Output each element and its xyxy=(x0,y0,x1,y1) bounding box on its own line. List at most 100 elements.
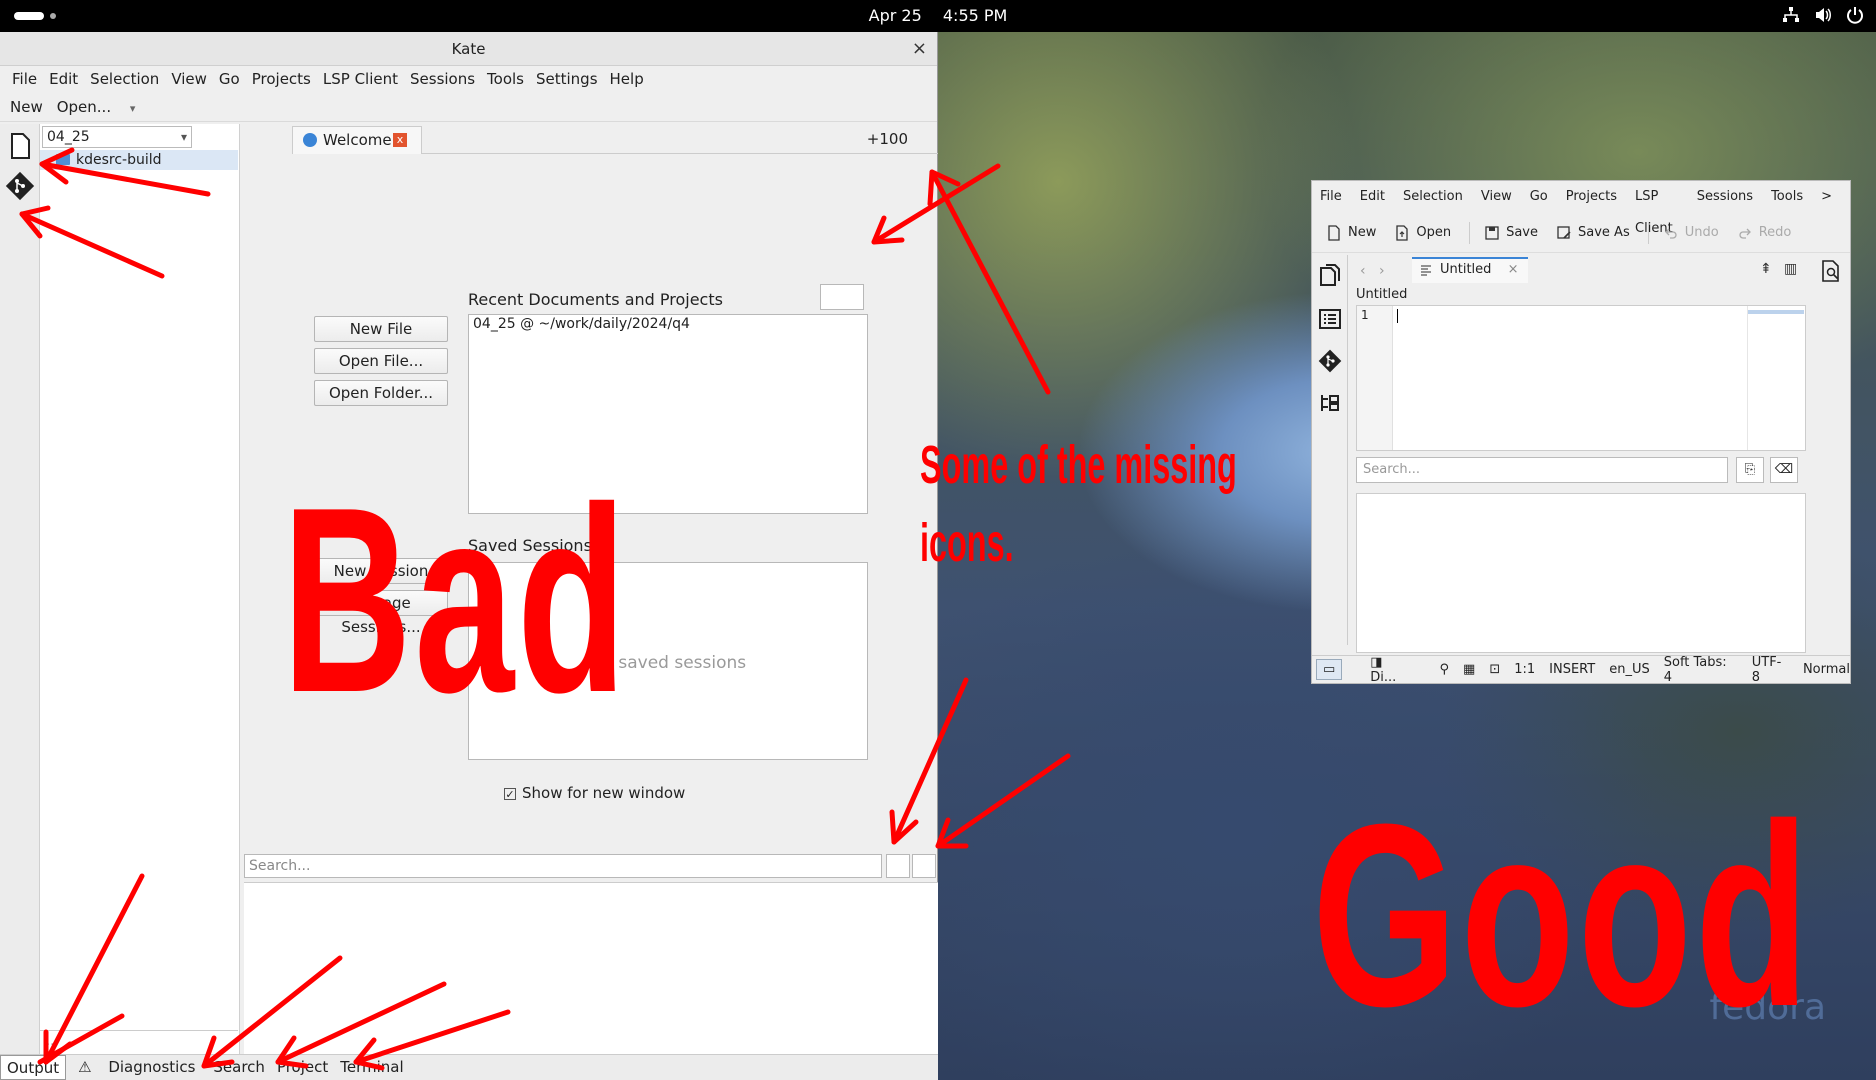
encoding[interactable]: UTF-8 xyxy=(1752,655,1789,685)
output-toggle-icon[interactable]: ▭ xyxy=(1316,659,1343,680)
close-tab-icon[interactable]: × xyxy=(1508,262,1519,277)
cursor-position[interactable]: 1:1 xyxy=(1514,662,1535,677)
menu-settings[interactable]: Settings xyxy=(530,66,604,92)
text-editor[interactable]: 1 xyxy=(1356,305,1806,451)
search-option-button-2[interactable] xyxy=(912,854,936,878)
chevron-right-icon[interactable]: > xyxy=(1821,181,1842,213)
checkbox-box: ✓ xyxy=(504,787,516,801)
search-input[interactable]: Search... xyxy=(244,854,882,878)
tab-output[interactable]: Output xyxy=(0,1055,67,1080)
open-file-button[interactable]: Open File... xyxy=(314,348,448,374)
good-menu-sessions[interactable]: Sessions xyxy=(1697,181,1763,213)
good-save-button[interactable]: Save xyxy=(1484,225,1538,241)
menu-tools[interactable]: Tools xyxy=(481,66,530,92)
system-tray[interactable] xyxy=(1782,6,1864,24)
good-search-input[interactable]: Search... xyxy=(1356,457,1728,483)
good-save-as-button[interactable]: Save As xyxy=(1556,225,1630,241)
recent-item[interactable]: 04_25 @ ~/work/daily/2024/q4 xyxy=(469,315,867,333)
good-menu-lsp-client[interactable]: LSP Client xyxy=(1635,181,1689,236)
good-new-button[interactable]: New xyxy=(1326,224,1376,241)
git-icon[interactable] xyxy=(1318,349,1342,373)
open-button-label: Open... xyxy=(56,98,112,116)
search-icon[interactable]: ⚲ xyxy=(1440,662,1450,677)
close-tab-icon[interactable]: x xyxy=(393,133,407,147)
time-label: 4:55 PM xyxy=(942,6,1008,25)
project-filter[interactable]: ... xyxy=(40,1030,238,1052)
project-selector[interactable]: 04_25 xyxy=(42,126,192,148)
menu-file[interactable]: File xyxy=(6,66,43,92)
menu-edit[interactable]: Edit xyxy=(43,66,84,92)
tab-project[interactable]: Project xyxy=(271,1055,334,1080)
menu-sessions[interactable]: Sessions xyxy=(404,66,481,92)
project-tree-item[interactable]: kdesrc-build xyxy=(40,150,238,170)
tab-search[interactable]: Search xyxy=(207,1055,271,1080)
good-tab-label: Untitled xyxy=(1440,262,1492,277)
tab-welcome[interactable]: Welcome x xyxy=(292,126,422,154)
recent-title: Recent Documents and Projects xyxy=(468,290,723,309)
good-menu-selection[interactable]: Selection xyxy=(1403,181,1473,213)
documents-icon[interactable] xyxy=(1318,263,1342,287)
show-for-new-window-checkbox[interactable]: ✓ Show for new window xyxy=(504,784,685,802)
menu-lsp-client[interactable]: LSP Client xyxy=(317,66,404,92)
tab-untitled[interactable]: Untitled × xyxy=(1412,257,1529,283)
arrow-right-icon[interactable]: › xyxy=(1379,263,1385,279)
close-window-button[interactable]: × xyxy=(912,32,927,66)
toolbar-separator-2 xyxy=(1647,221,1649,244)
date-label: Apr 25 xyxy=(868,6,922,25)
mode[interactable]: Normal xyxy=(1803,662,1850,677)
minimap[interactable] xyxy=(1747,306,1805,450)
good-open-button[interactable]: Open xyxy=(1394,224,1452,241)
tool-view-results xyxy=(244,882,938,1054)
good-menu-tools[interactable]: Tools xyxy=(1771,181,1813,213)
tab-terminal[interactable]: Terminal xyxy=(334,1055,409,1080)
good-menu-go[interactable]: Go xyxy=(1530,181,1558,213)
tab-diagnostics[interactable]: ⚠ Diagnostics xyxy=(66,1055,207,1080)
diagnostics-status[interactable]: ◨ Di... xyxy=(1356,655,1425,685)
calculator-icon[interactable]: ▦ xyxy=(1463,662,1475,677)
clear-icon[interactable]: ⌫ xyxy=(1770,457,1798,483)
document-name: Untitled xyxy=(1356,287,1408,302)
good-open-label: Open xyxy=(1416,225,1452,240)
git-icon[interactable] xyxy=(4,170,36,202)
bottom-tool-tabs: Output ⚠ Diagnostics Search Project Term… xyxy=(0,1054,938,1080)
dictionary[interactable]: en_US xyxy=(1609,662,1650,677)
tab-diagnostics-label: Diagnostics xyxy=(108,1058,196,1076)
pin-icon[interactable]: ⇞ xyxy=(1760,261,1772,277)
split-view-icon[interactable]: ▥ xyxy=(1784,261,1797,277)
window-titlebar[interactable]: Kate × xyxy=(0,32,937,66)
nav-arrows[interactable]: ‹ › xyxy=(1360,263,1385,279)
save-icon xyxy=(1485,225,1499,240)
folder-icon xyxy=(56,154,70,165)
clock[interactable]: Apr 25 4:55 PM xyxy=(0,6,1876,25)
arrow-left-icon[interactable]: ‹ xyxy=(1360,263,1366,279)
menu-go[interactable]: Go xyxy=(213,66,246,92)
menu-projects[interactable]: Projects xyxy=(246,66,317,92)
menu-view[interactable]: View xyxy=(165,66,213,92)
good-redo-button[interactable]: Redo xyxy=(1737,225,1791,241)
menu-bar: File Edit Selection View Go Projects LSP… xyxy=(0,66,937,92)
input-mode[interactable]: INSERT xyxy=(1549,662,1595,677)
new-file-button[interactable]: New File xyxy=(314,316,448,342)
open-folder-button[interactable]: Open Folder... xyxy=(314,380,448,406)
terminal-icon[interactable]: ⊡ xyxy=(1489,662,1500,677)
copy-icon[interactable]: ⎘ xyxy=(1736,457,1764,483)
good-undo-button[interactable]: Undo xyxy=(1663,225,1719,241)
project-tree-icon[interactable] xyxy=(1318,391,1342,415)
menu-help[interactable]: Help xyxy=(604,66,650,92)
diagnostics-icon: ◨ xyxy=(1370,654,1383,670)
good-menu-view[interactable]: View xyxy=(1481,181,1522,213)
indentation[interactable]: Soft Tabs: 4 xyxy=(1664,655,1738,685)
good-menu-file[interactable]: File xyxy=(1320,181,1352,213)
document-search-icon[interactable] xyxy=(1820,259,1842,283)
search-option-button[interactable] xyxy=(886,854,910,878)
good-menu-projects[interactable]: Projects xyxy=(1566,181,1627,213)
symbols-list-icon[interactable] xyxy=(1318,307,1342,331)
documents-icon[interactable] xyxy=(9,132,31,160)
clear-recent-button[interactable] xyxy=(820,284,864,310)
toolbar-separator xyxy=(1469,221,1471,244)
good-menu-edit[interactable]: Edit xyxy=(1360,181,1395,213)
menu-selection[interactable]: Selection xyxy=(84,66,165,92)
text-cursor xyxy=(1397,309,1398,323)
new-button[interactable]: New xyxy=(10,92,43,121)
open-button[interactable]: Open... ▾ xyxy=(57,92,150,121)
